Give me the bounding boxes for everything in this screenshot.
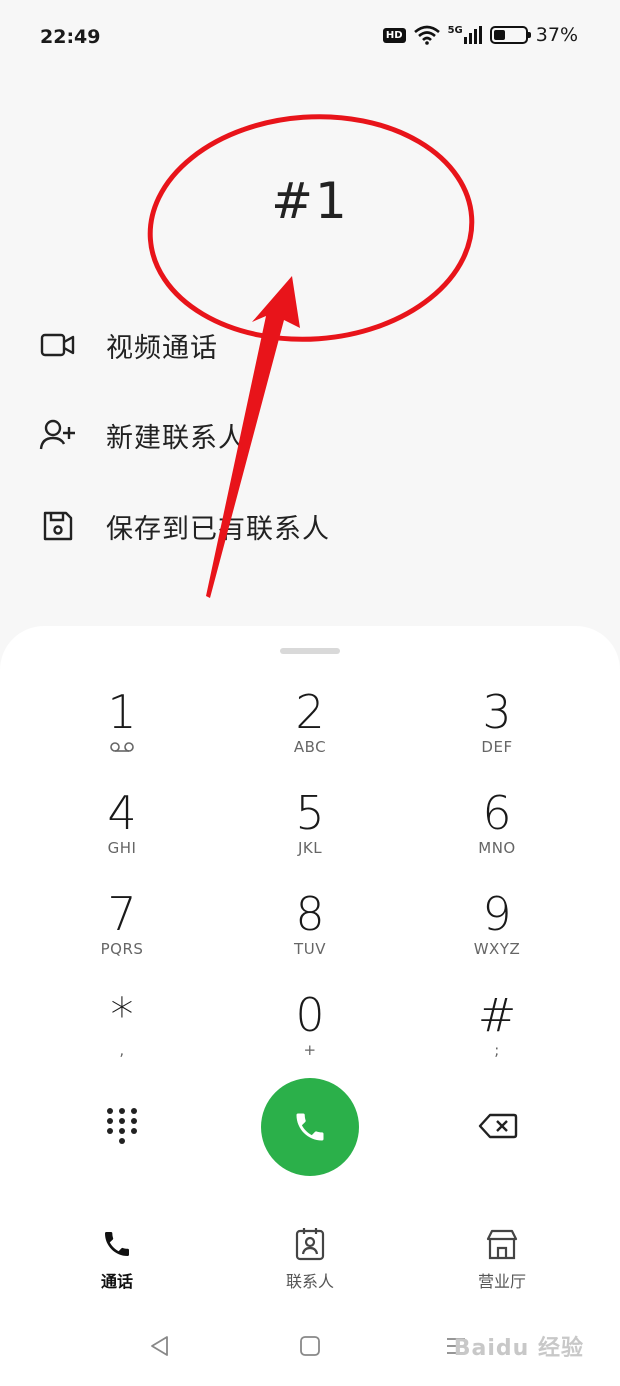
key-letters: , (119, 1041, 125, 1059)
tab-store-label: 营业厅 (477, 1272, 526, 1291)
status-indicators: HD 5G 37% (382, 24, 578, 46)
key-2[interactable]: 2 ABC (235, 686, 385, 776)
key-digit: 8 (295, 887, 325, 941)
key-1[interactable]: 1 (47, 686, 197, 776)
key-4[interactable]: 4 GHI (47, 787, 197, 877)
battery-icon (489, 26, 531, 44)
key-9[interactable]: 9 WXYZ (422, 888, 572, 978)
hide-keypad-button[interactable] (92, 1096, 152, 1156)
key-letters: TUV (294, 940, 326, 958)
key-digit: 9 (482, 887, 512, 941)
key-letters: ; (494, 1041, 500, 1059)
tab-calls[interactable]: 通话 (57, 1226, 177, 1292)
tab-store[interactable]: 营业厅 (442, 1226, 562, 1292)
key-digit: 3 (482, 685, 512, 739)
phone-icon (57, 1226, 177, 1262)
save-existing-contact-label: 保存到已有联系人 (106, 513, 330, 545)
key-letters: + (303, 1041, 317, 1059)
key-letters: JKL (297, 839, 323, 857)
store-icon (442, 1226, 562, 1262)
key-letters: PQRS (100, 940, 144, 958)
wifi-icon (413, 25, 440, 45)
voicemail-icon (47, 738, 197, 756)
save-existing-contact-action[interactable]: 保存到已有联系人 (38, 501, 330, 551)
tab-calls-label: 通话 (100, 1272, 133, 1291)
key-letters: ABC (293, 738, 327, 756)
key-digit: 0 (295, 988, 325, 1042)
key-digit: * (110, 988, 134, 1042)
drag-handle[interactable] (280, 648, 340, 654)
key-5[interactable]: 5 JKL (235, 787, 385, 877)
save-icon (38, 506, 78, 546)
new-contact-action[interactable]: 新建联系人 (38, 410, 246, 460)
key-letters: DEF (481, 738, 513, 756)
contacts-icon (250, 1226, 370, 1262)
key-letters: GHI (107, 839, 137, 857)
key-hash[interactable]: # ; (422, 989, 572, 1079)
keypad-grid-icon (107, 1108, 137, 1144)
tab-contacts-label: 联系人 (285, 1272, 334, 1291)
key-6[interactable]: 6 MNO (422, 787, 572, 877)
key-digit: 5 (295, 786, 325, 840)
key-letters: MNO (478, 839, 516, 857)
back-triangle-icon (151, 1336, 168, 1356)
tab-contacts[interactable]: 联系人 (250, 1226, 370, 1292)
battery-fill (493, 30, 505, 40)
battery-percent: 37% (535, 24, 578, 46)
key-7[interactable]: 7 PQRS (47, 888, 197, 978)
signal-5g-icon: 5G (448, 26, 482, 44)
key-3[interactable]: 3 DEF (422, 686, 572, 776)
key-digit: 6 (482, 786, 512, 840)
key-digit: # (477, 988, 517, 1042)
phone-icon (296, 1113, 324, 1141)
video-call-label: 视频通话 (106, 332, 218, 364)
key-digit: 2 (295, 685, 325, 739)
nav-back-button[interactable] (140, 1326, 180, 1366)
add-person-icon (38, 415, 78, 455)
watermark: Baidu 经验 (453, 1336, 584, 1361)
backspace-icon (478, 1113, 518, 1139)
key-digit: 1 (107, 685, 137, 739)
video-camera-icon (38, 325, 78, 365)
hd-badge: HD (382, 27, 406, 43)
key-8[interactable]: 8 TUV (235, 888, 385, 978)
status-time: 22:49 (40, 26, 101, 48)
call-button[interactable] (261, 1078, 359, 1176)
key-letters: WXYZ (473, 940, 521, 958)
new-contact-label: 新建联系人 (106, 422, 246, 454)
status-bar: 22:49 HD 5G 37% (0, 0, 620, 76)
key-digit: 4 (107, 786, 137, 840)
key-star[interactable]: * , (47, 989, 197, 1079)
dialpad-panel: 1 2 ABC 3 DEF 4 GHI 5 JKL 6 MNO 7 PQRS 8… (0, 626, 620, 1386)
nav-home-button[interactable] (290, 1326, 330, 1366)
dialed-number: #1 (271, 172, 349, 230)
key-0[interactable]: 0 + (235, 989, 385, 1079)
home-square-icon (300, 1336, 320, 1356)
video-call-action[interactable]: 视频通话 (38, 320, 218, 370)
backspace-button[interactable] (468, 1096, 528, 1156)
key-digit: 7 (107, 887, 137, 941)
